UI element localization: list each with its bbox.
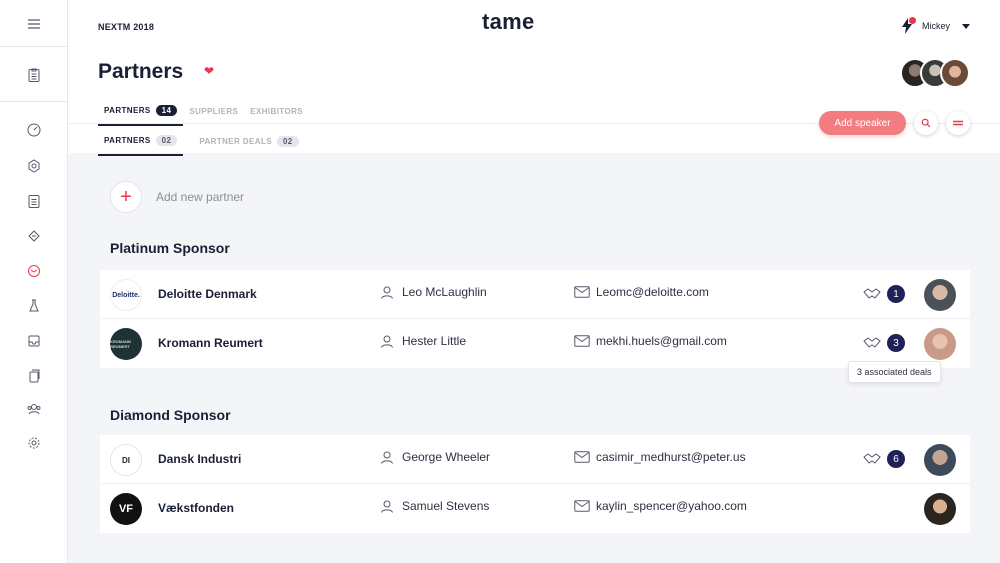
email[interactable]: kaylin_spencer@yahoo.com [574, 499, 747, 513]
bolt-icon[interactable] [900, 17, 916, 34]
subtab-partner-deals[interactable]: PARTNER DEALS 02 [193, 133, 304, 156]
dashboard-icon[interactable] [24, 120, 44, 140]
hexagon-icon[interactable] [24, 156, 44, 176]
tab-label: SUPPLIERS [189, 107, 239, 116]
email[interactable]: mekhi.huels@gmail.com [574, 334, 727, 348]
mail-icon [574, 335, 590, 347]
user-menu[interactable]: Mickey [900, 17, 970, 34]
contact: Hester Little [380, 334, 466, 348]
clipboard-icon[interactable] [24, 65, 44, 85]
handshake-icon [863, 288, 881, 299]
company-name[interactable]: Dansk Industri [158, 452, 241, 466]
tab-label: PARTNERS [104, 136, 151, 145]
email-address: kaylin_spencer@yahoo.com [596, 499, 747, 513]
avatar[interactable] [924, 444, 956, 476]
company-logo: Deloitte. [110, 279, 142, 311]
deals[interactable]: 6 [863, 450, 905, 468]
user-icon [381, 286, 393, 299]
partners-icon[interactable] [24, 261, 44, 281]
copy-icon[interactable] [24, 366, 44, 386]
user-icon [381, 500, 393, 513]
table-row[interactable]: Deloitte. Deloitte Denmark Leo McLaughli… [100, 270, 970, 319]
avatar [940, 58, 970, 88]
company-logo: VF [110, 493, 142, 525]
deal-count: 3 [887, 334, 905, 352]
section-title: Diamond Sponsor [110, 407, 231, 423]
inbox-icon[interactable] [24, 331, 44, 351]
sub-tabs: PARTNERS 02 PARTNER DEALS 02 [98, 133, 305, 156]
app-logo[interactable]: tame [482, 9, 535, 35]
email[interactable]: Leomc@deloitte.com [574, 285, 709, 299]
search-button[interactable] [914, 111, 938, 135]
count-badge: 14 [155, 105, 178, 116]
partner-table: Deloitte. Deloitte Denmark Leo McLaughli… [100, 270, 970, 368]
settings-icon[interactable] [24, 433, 44, 453]
clipboard-list-icon[interactable] [24, 191, 44, 211]
heart-icon[interactable]: ❤ [204, 64, 214, 78]
table-row[interactable]: VF Vækstfonden Samuel Stevens kaylin_spe… [100, 484, 970, 533]
search-icon [921, 118, 931, 128]
avatar[interactable] [924, 493, 956, 525]
sidebar [0, 0, 68, 563]
deals[interactable]: 1 [863, 285, 905, 303]
count-badge: 02 [155, 135, 178, 146]
company-name[interactable]: Deloitte Denmark [158, 287, 257, 301]
email-address: mekhi.huels@gmail.com [596, 334, 727, 348]
email-address: Leomc@deloitte.com [596, 285, 709, 299]
notification-dot [908, 17, 916, 24]
mail-icon [574, 451, 590, 463]
contact-name: Leo McLaughlin [402, 285, 487, 299]
plus-icon[interactable]: + [110, 181, 142, 213]
ticket-icon[interactable] [24, 226, 44, 246]
section-title: Platinum Sponsor [110, 240, 230, 256]
company-name[interactable]: Kromann Reumert [158, 336, 263, 350]
handshake-icon [863, 453, 881, 464]
tab-label: PARTNERS [104, 106, 151, 115]
tab-label: EXHIBITORS [250, 107, 304, 116]
table-row[interactable]: KROMANN REUMERT Kromann Reumert Hester L… [100, 319, 970, 368]
deals[interactable]: 3 [863, 334, 905, 352]
count-badge: 02 [276, 136, 299, 147]
subtab-partners[interactable]: PARTNERS 02 [98, 133, 184, 156]
contact-name: Hester Little [402, 334, 467, 348]
event-name: NEXTM 2018 [98, 22, 155, 32]
table-row[interactable]: DI Dansk Industri George Wheeler casimir… [100, 435, 970, 484]
contact: Samuel Stevens [380, 499, 489, 513]
header: NEXTM 2018 tame Mickey Partners ❤ PARTNE… [68, 0, 1000, 156]
chevron-down-icon [962, 23, 970, 29]
deal-count: 1 [887, 285, 905, 303]
page-title: Partners [98, 60, 184, 83]
mail-icon [574, 500, 590, 512]
add-speaker-button[interactable]: Add speaker [819, 111, 906, 135]
user-icon [381, 335, 393, 348]
menu-icon[interactable] [24, 14, 44, 34]
contact: George Wheeler [380, 450, 490, 464]
avatar[interactable] [924, 279, 956, 311]
company-logo: KROMANN REUMERT [110, 328, 142, 360]
email-address: casimir_medhurst@peter.us [596, 450, 746, 464]
team-icon[interactable] [24, 399, 44, 419]
menu-lines-icon [953, 120, 963, 126]
contact-name: George Wheeler [402, 450, 491, 464]
add-partner[interactable]: + Add new partner [110, 181, 244, 213]
tab-label: PARTNER DEALS [199, 137, 272, 146]
add-partner-label: Add new partner [156, 190, 245, 204]
company-logo: DI [110, 444, 142, 476]
contact: Leo McLaughlin [380, 285, 487, 299]
company-name[interactable]: Vækstfonden [158, 501, 234, 515]
email[interactable]: casimir_medhurst@peter.us [574, 450, 746, 464]
user-name: Mickey [921, 21, 950, 31]
handshake-icon [863, 337, 881, 348]
deals-tooltip: 3 associated deals [848, 361, 941, 383]
avatar[interactable] [924, 328, 956, 360]
partner-table: DI Dansk Industri George Wheeler casimir… [100, 435, 970, 533]
mail-icon [574, 286, 590, 298]
menu-button[interactable] [946, 111, 970, 135]
flask-icon[interactable] [24, 296, 44, 316]
deal-count: 6 [887, 450, 905, 468]
contact-name: Samuel Stevens [402, 499, 490, 513]
avatar-group[interactable] [900, 58, 970, 88]
user-icon [381, 451, 393, 464]
